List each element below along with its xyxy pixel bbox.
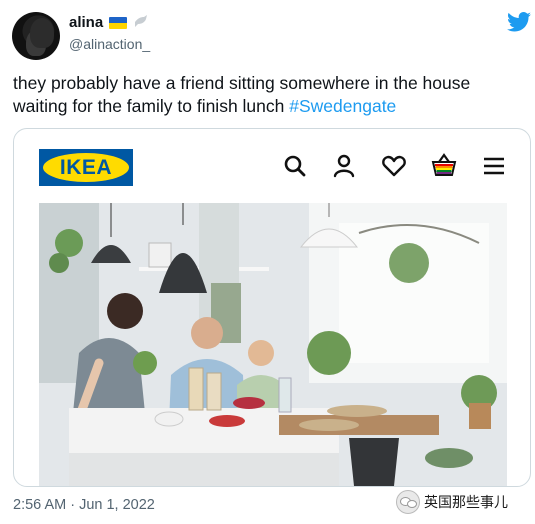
- ikea-logo-text: IKEA: [59, 155, 113, 179]
- basket-icon[interactable]: [430, 151, 458, 179]
- dove-icon: [133, 14, 149, 31]
- search-icon[interactable]: [282, 153, 308, 179]
- tweet-body: they probably have a friend sitting some…: [13, 73, 471, 116]
- tweet-timestamp[interactable]: 2:56 AM · Jun 1, 2022: [13, 497, 155, 513]
- watermark-text: 英国那些事儿: [424, 494, 508, 510]
- tweet-header: alina @alinaction_: [0, 0, 535, 70]
- photo-illustration: [39, 203, 507, 486]
- media-card[interactable]: IKEA: [13, 128, 531, 487]
- name-row: alina: [69, 14, 149, 31]
- ukraine-flag-icon: [109, 16, 128, 29]
- family-kitchen-photo[interactable]: [39, 203, 507, 486]
- account-icon[interactable]: [331, 153, 357, 179]
- user-handle[interactable]: @alinaction_: [69, 36, 150, 52]
- avatar[interactable]: [12, 12, 60, 60]
- twitter-logo-icon: [507, 12, 531, 32]
- hashtag-link[interactable]: #Swedengate: [289, 96, 396, 116]
- display-name[interactable]: alina: [69, 14, 103, 31]
- heart-icon[interactable]: [381, 153, 407, 179]
- ikea-logo[interactable]: IKEA: [39, 149, 133, 186]
- tweet-text: they probably have a friend sitting some…: [13, 72, 528, 118]
- wechat-icon: [396, 490, 420, 514]
- ikea-logo-oval: IKEA: [43, 153, 129, 182]
- watermark: 英国那些事儿: [396, 488, 508, 516]
- menu-icon[interactable]: [481, 153, 507, 179]
